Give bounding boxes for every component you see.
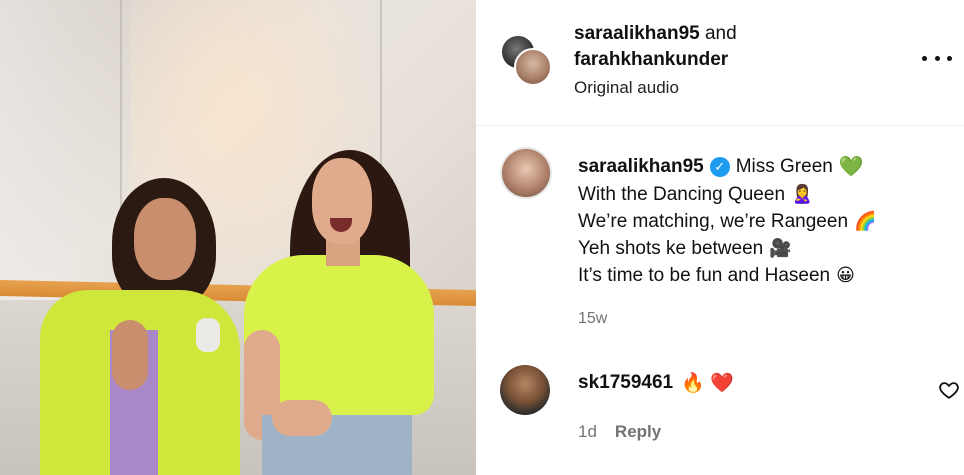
caption-header: saraalikhan95 ✓ Miss Green 💚 (578, 154, 864, 179)
dot (947, 55, 952, 61)
post-header: saraalikhan95 and farahkhankunder Origin… (476, 0, 964, 126)
author-joiner: and (704, 23, 737, 44)
person-left-face (134, 198, 196, 280)
post-sidebar: saraalikhan95 and farahkhankunder Origin… (476, 0, 964, 475)
person-right-hands (272, 400, 332, 436)
collab-authors-line: saraalikhan95 and (574, 22, 737, 46)
audio-link[interactable]: Original audio (574, 77, 679, 99)
author-primary-link[interactable]: saraalikhan95 (574, 23, 700, 44)
comment-header: sk1759461 🔥 ❤️ (578, 371, 734, 395)
heart-outline-icon[interactable] (938, 379, 960, 401)
collab-avatars[interactable] (500, 34, 558, 86)
avatar[interactable] (500, 365, 550, 415)
avatar[interactable] (500, 147, 552, 199)
avatar[interactable] (514, 48, 552, 86)
person-left-brooch (196, 318, 220, 352)
post-video[interactable] (0, 0, 476, 475)
caption-line: Yeh shots ke between 🎥 (578, 238, 792, 259)
comment-item: sk1759461 🔥 ❤️ 1d Reply (476, 351, 964, 475)
caption-first-line: Miss Green (735, 155, 833, 177)
caption-line: It’s time to be fun and Haseen 😀 (578, 265, 855, 286)
green-heart-emoji: 💚 (838, 156, 864, 178)
more-options-icon[interactable] (922, 48, 952, 68)
caption-timestamp[interactable]: 15w (578, 310, 607, 328)
comment-timestamp[interactable]: 1d (578, 422, 597, 442)
comment-username[interactable]: sk1759461 (578, 372, 673, 394)
dot (934, 55, 940, 61)
comment-text: 🔥 ❤️ (681, 373, 734, 394)
reply-button[interactable]: Reply (615, 422, 661, 442)
caption: saraalikhan95 ✓ Miss Green 💚 With the Da… (476, 126, 964, 351)
person-left-hands (112, 320, 148, 390)
verified-badge-icon: ✓ (709, 156, 730, 177)
caption-line: With the Dancing Queen 🙎‍♀️ (578, 184, 814, 205)
caption-body: With the Dancing Queen 🙎‍♀️ We’re matchin… (578, 181, 876, 289)
caption-line: We’re matching, we’re Rangeen 🌈 (578, 211, 877, 232)
caption-username[interactable]: saraalikhan95 (578, 156, 704, 178)
author-secondary-link[interactable]: farahkhankunder (574, 48, 728, 72)
dot (922, 55, 927, 61)
comment-meta: 1d Reply (578, 422, 661, 442)
